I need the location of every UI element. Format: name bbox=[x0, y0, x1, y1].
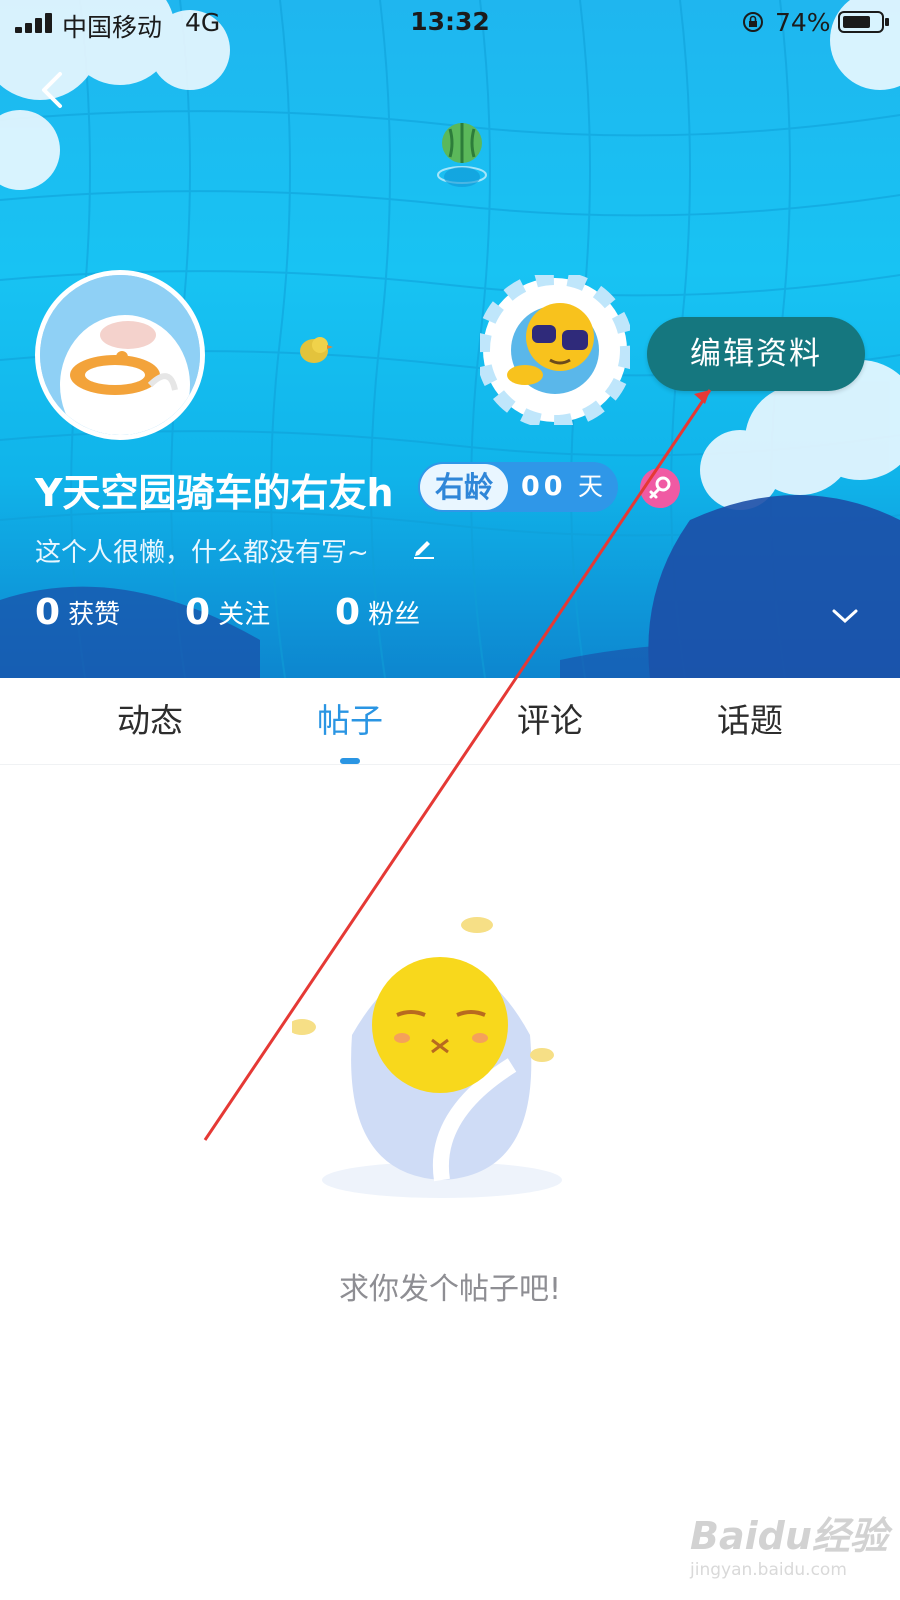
empty-state-mascot bbox=[292, 917, 562, 1198]
duck-decoration bbox=[300, 337, 333, 363]
stat-followers-label: 粉丝 bbox=[368, 600, 421, 630]
username: Y天空园骑车的右友h bbox=[35, 471, 394, 515]
age-badge-label: 右龄 bbox=[420, 464, 508, 510]
tab-posts[interactable]: 帖子 bbox=[250, 678, 450, 764]
back-button[interactable] bbox=[28, 64, 80, 116]
avatar-seal-image bbox=[40, 275, 200, 435]
chevron-left-icon bbox=[42, 72, 62, 108]
age-badge-unit: 天 bbox=[578, 472, 604, 501]
battery-percent: 74% bbox=[775, 8, 831, 37]
female-icon bbox=[640, 468, 680, 508]
chevron-down-icon[interactable] bbox=[830, 606, 860, 626]
stat-following[interactable]: 0 关注 bbox=[185, 592, 270, 633]
float-ring-character bbox=[480, 275, 630, 425]
profile-header: 中国移动 4G 13:32 74% 编辑资料 Y天空园骑车的右友h 右龄 00 … bbox=[0, 0, 900, 678]
tab-comments[interactable]: 评论 bbox=[450, 678, 650, 764]
watermark-logo: Baidu经验 bbox=[690, 1514, 888, 1558]
stat-following-count: 0 bbox=[185, 592, 211, 633]
pencil-icon[interactable] bbox=[410, 534, 436, 560]
stat-followers[interactable]: 0 粉丝 bbox=[335, 592, 420, 633]
watermelon-decoration bbox=[437, 123, 487, 187]
tab-bar: 动态 帖子 评论 话题 bbox=[0, 678, 900, 765]
rotation-lock-icon bbox=[743, 12, 763, 32]
age-badge-value: 00 bbox=[521, 471, 567, 502]
clock: 13:32 bbox=[410, 7, 490, 36]
stat-likes-count: 0 bbox=[35, 592, 61, 633]
stat-likes-label: 获赞 bbox=[68, 600, 121, 630]
tab-topics[interactable]: 话题 bbox=[650, 678, 850, 764]
tab-activity[interactable]: 动态 bbox=[50, 678, 250, 764]
empty-state-message: 求你发个帖子吧! bbox=[338, 1272, 562, 1307]
status-bar: 中国移动 4G 13:32 74% bbox=[0, 0, 900, 44]
stat-likes[interactable]: 0 获赞 bbox=[35, 592, 120, 633]
stat-following-label: 关注 bbox=[218, 600, 271, 630]
active-tab-indicator bbox=[340, 758, 360, 764]
edit-profile-button[interactable]: 编辑资料 bbox=[647, 317, 865, 391]
avatar[interactable] bbox=[35, 270, 205, 440]
bio-text: 这个人很懒，什么都没有写~ bbox=[35, 538, 369, 568]
battery-icon bbox=[838, 11, 889, 33]
stat-followers-count: 0 bbox=[335, 592, 361, 633]
watermark-url: jingyan.baidu.com bbox=[690, 1560, 847, 1580]
